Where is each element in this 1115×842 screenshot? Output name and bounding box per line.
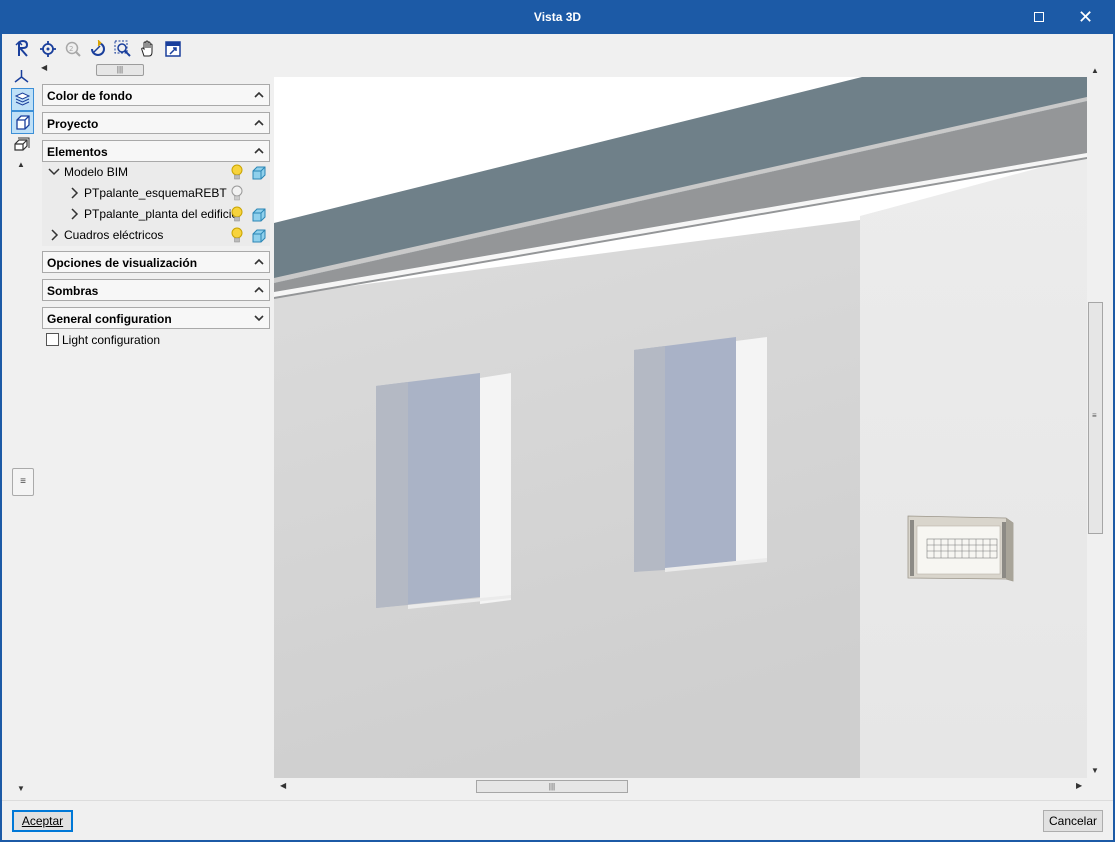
- chevron-up-icon: [254, 147, 264, 154]
- settings-panel: ◀ ||| Color de fondo Proyecto Elementos …: [38, 62, 274, 798]
- section-background-color[interactable]: Color de fondo: [42, 84, 270, 106]
- rotate-button[interactable]: [87, 39, 109, 59]
- electrical-panel: [907, 515, 1014, 582]
- strip-scroll-down-icon[interactable]: ▼: [17, 784, 25, 793]
- dialog-footer: Aceptar Cancelar: [2, 800, 1113, 840]
- vertical-scroll-thumb[interactable]: ≡: [1088, 302, 1103, 534]
- chevron-down-icon: [254, 315, 264, 322]
- building-3d-scene[interactable]: [274, 77, 1087, 778]
- window: Vista 3D ✕ 2 ▲ ▼ ≡ ◀ ||| Color de fondo …: [0, 0, 1115, 842]
- chevron-up-icon: [254, 119, 264, 126]
- lightbulb-off-icon[interactable]: [230, 185, 244, 202]
- tree-item-cuadros-electricos[interactable]: Cuadros eléctricos: [42, 225, 270, 246]
- front-wall: [274, 220, 860, 778]
- zoom-window-icon: [114, 40, 131, 57]
- right-wall: [860, 155, 1087, 778]
- zoom-all-button[interactable]: [37, 39, 59, 59]
- section-label: Opciones de visualización: [47, 256, 198, 270]
- section-label: General configuration: [47, 312, 172, 326]
- accept-button-label: Aceptar: [21, 814, 64, 828]
- light-configuration-checkbox[interactable]: [46, 333, 59, 346]
- section-label: Elementos: [47, 145, 108, 159]
- close-icon: ✕: [1077, 7, 1094, 27]
- scroll-left-icon[interactable]: ◀: [280, 781, 286, 790]
- layers-button[interactable]: [11, 88, 34, 111]
- window-title: Vista 3D: [533, 10, 582, 24]
- maximize-button[interactable]: [1016, 0, 1061, 34]
- shapes-button[interactable]: [11, 134, 34, 157]
- scroll-right-icon[interactable]: ▶: [1076, 781, 1082, 790]
- chevron-up-icon: [254, 286, 264, 293]
- chevron-up-icon: [254, 91, 264, 98]
- section-shadows[interactable]: Sombras: [42, 279, 270, 301]
- chevron-down-icon[interactable]: [48, 165, 60, 179]
- 3d-viewport[interactable]: [274, 77, 1087, 778]
- section-general-configuration[interactable]: General configuration: [42, 307, 270, 329]
- tree-item-label: PTpalante_esquemaREBT: [84, 186, 227, 200]
- chevron-right-icon[interactable]: [68, 186, 80, 200]
- window-2: [634, 337, 767, 572]
- strip-scroll-up-icon[interactable]: ▲: [17, 160, 25, 169]
- axes-button[interactable]: [11, 66, 34, 89]
- section-elements[interactable]: Elementos: [42, 140, 270, 162]
- lightbulb-on-icon[interactable]: [230, 206, 244, 223]
- viewport-horizontal-scrollbar[interactable]: ◀ ||| ▶: [274, 778, 1087, 795]
- window-1: [376, 373, 511, 609]
- panel-horizontal-scrollbar[interactable]: ◀ |||: [38, 62, 274, 78]
- lightbulb-on-icon[interactable]: [230, 227, 244, 244]
- orbit-button[interactable]: [12, 39, 34, 59]
- pan-button[interactable]: [137, 39, 159, 59]
- zoom-window-button[interactable]: [112, 39, 134, 59]
- horizontal-scroll-thumb[interactable]: |||: [476, 780, 628, 793]
- cube-icon[interactable]: [251, 165, 267, 181]
- left-tool-strip: ▲ ▼: [10, 62, 36, 798]
- section-label: Color de fondo: [47, 89, 133, 103]
- tree-item-label: Modelo BIM: [64, 165, 129, 179]
- panel-splitter-handle[interactable]: ≡: [12, 468, 34, 496]
- section-display-options[interactable]: Opciones de visualización: [42, 251, 270, 273]
- cancel-button[interactable]: Cancelar: [1043, 810, 1103, 832]
- axes-icon: [14, 70, 29, 83]
- section-project[interactable]: Proyecto: [42, 112, 270, 134]
- maximize-icon: [1033, 11, 1044, 22]
- orbit-icon: [15, 40, 29, 57]
- panel-scroll-thumb[interactable]: |||: [96, 64, 144, 76]
- tree-item-planta-edificio[interactable]: PTpalante_planta del edificio: [42, 204, 270, 225]
- scroll-up-icon[interactable]: ▲: [1091, 66, 1099, 75]
- toolbar: 2: [2, 34, 1113, 62]
- shapes-icon: [14, 137, 30, 151]
- zoom-previous-icon: 2: [65, 41, 81, 57]
- zoom-all-icon: [40, 41, 56, 57]
- export-view-icon: [165, 41, 181, 57]
- pan-hand-icon: [141, 40, 153, 57]
- svg-text:2: 2: [69, 45, 73, 53]
- cube-icon[interactable]: [251, 228, 267, 244]
- zoom-previous-button[interactable]: 2: [62, 39, 84, 59]
- light-configuration-label: Light configuration: [62, 333, 161, 347]
- scroll-down-icon[interactable]: ▼: [1091, 766, 1099, 775]
- tree-item-esquema-rebt[interactable]: PTpalante_esquemaREBT: [42, 183, 270, 204]
- section-label: Sombras: [47, 284, 99, 298]
- viewport-vertical-scrollbar[interactable]: ▲ ≡ ▼: [1087, 62, 1104, 794]
- chevron-right-icon[interactable]: [48, 228, 60, 242]
- layers-icon: [14, 92, 31, 106]
- lightbulb-on-icon[interactable]: [230, 164, 244, 181]
- rotate-icon: [91, 40, 105, 56]
- title-bar[interactable]: Vista 3D ✕: [0, 0, 1115, 34]
- section-label: Proyecto: [47, 117, 99, 131]
- export-view-button[interactable]: [162, 39, 184, 59]
- chevron-right-icon[interactable]: [68, 207, 80, 221]
- tree-item-modelo-bim[interactable]: Modelo BIM: [42, 162, 270, 183]
- cube-icon[interactable]: [251, 207, 267, 223]
- chevron-up-icon: [254, 258, 264, 265]
- tree-item-label: PTpalante_planta del edificio: [84, 207, 239, 221]
- dialog-client: 2 ▲ ▼ ≡ ◀ ||| Color de fondo Proyecto El…: [2, 34, 1113, 840]
- close-button[interactable]: ✕: [1063, 0, 1108, 34]
- tree-item-label: Cuadros eléctricos: [64, 228, 164, 242]
- cancel-button-label: Cancelar: [1048, 814, 1098, 828]
- accept-button[interactable]: Aceptar: [12, 810, 73, 832]
- box-view-button[interactable]: [11, 111, 34, 134]
- box-view-icon: [16, 115, 30, 130]
- scroll-left-icon[interactable]: ◀: [41, 63, 47, 72]
